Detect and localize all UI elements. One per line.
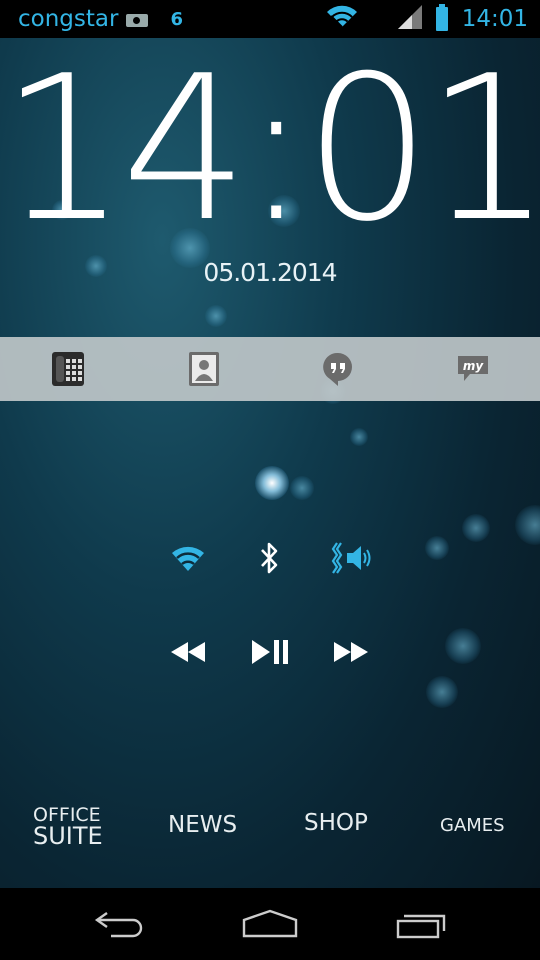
rewind-icon[interactable] [163, 630, 213, 674]
contacts-icon[interactable] [186, 351, 220, 387]
home-icon[interactable] [240, 902, 300, 946]
office-suite-shortcut[interactable]: OFFICE SUITE [33, 806, 113, 850]
shop-shortcut[interactable]: SHOP [304, 810, 368, 836]
lockscreen-date: 05.01.2014 [203, 258, 337, 287]
suite-label: SUITE [33, 822, 103, 850]
quick-toggles [0, 535, 540, 581]
fast-forward-icon[interactable] [326, 630, 376, 674]
bokeh-decoration [205, 305, 227, 327]
bluetooth-icon[interactable] [245, 535, 295, 581]
games-shortcut[interactable]: GAMES [440, 815, 505, 836]
battery-icon [435, 4, 448, 31]
recent-apps-icon[interactable] [392, 902, 452, 946]
network-indicator: 6 [170, 8, 183, 30]
phone-dialer-icon[interactable] [51, 351, 85, 387]
carrier-name: congstar [18, 6, 119, 32]
signal-icon [397, 5, 422, 33]
my-app-icon[interactable]: my [456, 351, 490, 387]
wifi-toggle-icon[interactable] [163, 535, 213, 581]
bokeh-decoration [426, 676, 458, 708]
camera-icon [126, 11, 149, 27]
bokeh-decoration [350, 428, 368, 446]
play-pause-icon[interactable] [245, 630, 295, 674]
hangouts-icon[interactable] [321, 351, 355, 387]
back-icon[interactable] [90, 902, 150, 946]
status-time: 14:01 [461, 6, 528, 32]
navigation-bar [0, 888, 540, 960]
vibrate-sound-icon[interactable] [328, 535, 378, 581]
app-dock: my [0, 337, 540, 401]
news-shortcut[interactable]: NEWS [168, 812, 237, 838]
media-controls [0, 630, 540, 674]
bokeh-decoration [255, 466, 289, 500]
my-app-label: my [462, 359, 484, 373]
bokeh-decoration [290, 476, 314, 500]
lockscreen-clock: 14:01 [0, 33, 540, 266]
wifi-icon [326, 5, 358, 33]
